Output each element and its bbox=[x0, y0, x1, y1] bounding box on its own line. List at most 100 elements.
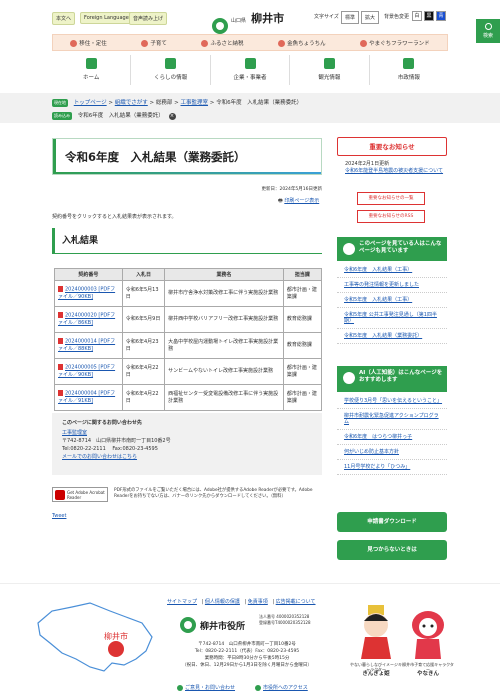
color-black-button[interactable]: 黒 bbox=[424, 11, 434, 21]
contact-button[interactable]: ご意見・お問い合わせ bbox=[177, 684, 235, 691]
contract-link[interactable]: 2024000005 [PDFファイル／90KB] bbox=[58, 365, 115, 378]
band-link-flowerland[interactable]: やまぐちフラワーランド bbox=[360, 39, 430, 47]
notice-link[interactable]: 令和6年能登半島地震の被災者支援について bbox=[345, 168, 445, 175]
results-table: 契約番号 入札日 業務名 担当課 2024000003 [PDFファイル／90K… bbox=[54, 268, 323, 411]
sitemap-link[interactable]: サイトマップ bbox=[167, 599, 197, 605]
crumb-top[interactable]: トップページ bbox=[74, 100, 107, 106]
contact-mail-link[interactable]: メールでのお問い合わせはこちら bbox=[62, 454, 137, 460]
viewed-link[interactable]: 令和5年度 入札結果（工事） bbox=[337, 293, 447, 308]
updated-date: 更新日：2024年5月16日更新 bbox=[261, 187, 322, 192]
footer-address: 〒742-8714 山口県柳井市南町一丁目10番2号 Tel：0820-22-2… bbox=[182, 642, 312, 668]
ai-link[interactable]: 学校便り3月号「思いを伝えるということ」 bbox=[337, 394, 447, 409]
city-emblem-icon bbox=[180, 617, 196, 633]
nav-government[interactable]: 市政情報 bbox=[368, 55, 448, 85]
print-link[interactable]: 🖶 印刷ページ表示 bbox=[278, 197, 319, 206]
intro-text: 契約番号をクリックすると入札結果表が表示されます。 bbox=[52, 214, 177, 220]
ai-link[interactable]: 11月号学校だより「ひつみ」 bbox=[337, 460, 447, 475]
dept-name: 教育総務課 bbox=[282, 306, 323, 333]
dept-name: 都市計画・建築課 bbox=[282, 280, 323, 307]
col-date: 入札日 bbox=[121, 268, 166, 281]
tweet-link[interactable]: Tweet bbox=[52, 513, 66, 519]
mascot1-caption: やない暮らしなびイメージキャラクター きんぎょ姫 bbox=[350, 662, 402, 677]
col-name: 業務名 bbox=[164, 268, 284, 281]
contact-dept-link[interactable]: 工事監理室 bbox=[62, 430, 87, 436]
current-location-badge: 現在地 bbox=[52, 99, 68, 107]
download-forms-button[interactable]: 申請書ダウンロード bbox=[337, 512, 447, 532]
notice-rss-button[interactable]: 重要なお知らせのRSS bbox=[357, 210, 425, 223]
privacy-link[interactable]: 個人情報の保護 bbox=[205, 599, 240, 605]
nav-tourism[interactable]: 観光情報 bbox=[289, 55, 368, 85]
contact-box: このページに関するお問い合わせ先 工事監理室 〒742-8714 山口県柳井市南… bbox=[52, 413, 322, 475]
color-blue-button[interactable]: 青 bbox=[436, 11, 446, 21]
contract-link[interactable]: 2024000004 [PDFファイル／91KB] bbox=[58, 391, 115, 404]
close-icon[interactable]: × bbox=[168, 113, 176, 120]
contract-link[interactable]: 2024000020 [PDFファイル／86KB] bbox=[58, 313, 115, 326]
notice-list-button[interactable]: 重要なお知らせの一覧 bbox=[357, 192, 425, 205]
font-size-standard-button[interactable]: 標準 bbox=[341, 11, 360, 24]
work-name: 柳井西中学校バリアフリー改修工事実施設計業務 bbox=[164, 306, 284, 333]
ai-link[interactable]: 柳井市耐震化緊急促進アクションプログラム bbox=[337, 409, 447, 430]
map-pin-icon bbox=[255, 684, 262, 691]
gift-icon bbox=[201, 39, 209, 47]
work-name: 大畠中学校屋内運動場トイレ改修工事実施設計業務 bbox=[164, 332, 284, 359]
band-link-furusato[interactable]: ふるさと納税 bbox=[201, 39, 243, 47]
dept-name: 都市計画・建築課 bbox=[282, 384, 323, 411]
office-name: 柳井市役所 bbox=[200, 621, 246, 632]
nav-business[interactable]: 企業・事業者 bbox=[209, 55, 289, 85]
ads-link[interactable]: 広告掲載について bbox=[276, 599, 316, 605]
nav-home[interactable]: ホーム bbox=[52, 55, 130, 85]
logo-city: 柳井市 bbox=[251, 12, 285, 25]
house-icon bbox=[70, 39, 78, 47]
foreign-language-link[interactable]: Foreign Language bbox=[80, 12, 133, 24]
disclaimer-link[interactable]: 免責事項 bbox=[248, 599, 268, 605]
page-title: 令和6年度 入札結果（業務委託） bbox=[65, 150, 246, 164]
footer-buttons: ご意見・お問い合わせ 市役所へのアクセス bbox=[177, 684, 308, 691]
ai-link[interactable]: 令和6年度 はつらつ柳井っ子 bbox=[337, 430, 447, 445]
logo-pref: 山口県 bbox=[231, 18, 247, 24]
ai-recommend-title: AI（人工知能）はこんなページをおすすめします bbox=[337, 366, 447, 392]
viewed-link[interactable]: 令和5年度 入札結果（業務委託） bbox=[337, 329, 447, 344]
dept-name: 教育総務課 bbox=[282, 332, 323, 359]
yanai-marker bbox=[108, 641, 124, 657]
nav-life[interactable]: くらしの情報 bbox=[130, 55, 209, 85]
home-icon bbox=[85, 58, 97, 69]
band-link-childcare[interactable]: 子育て bbox=[141, 39, 167, 47]
band-link-lantern[interactable]: 金魚ちょうちん bbox=[278, 39, 326, 47]
contract-link[interactable]: 2024000014 [PDFファイル／88KB] bbox=[58, 339, 115, 352]
pdf-icon bbox=[58, 312, 63, 319]
search-button[interactable]: 検索 bbox=[476, 19, 500, 43]
bid-date: 令和6年5月9日 bbox=[121, 306, 166, 333]
table-row: 2024000020 [PDFファイル／86KB] 令和6年5月9日 柳井西中学… bbox=[54, 306, 323, 333]
contract-link[interactable]: 2024000003 [PDFファイル／90KB] bbox=[58, 287, 115, 300]
voice-reader-link[interactable]: 音声読み上げ bbox=[129, 12, 168, 25]
font-size-large-button[interactable]: 拡大 bbox=[361, 11, 380, 24]
history-current: 令和6年度 入札結果（業務委託） bbox=[77, 113, 164, 119]
viewed-pages-title: このページを見ている人はこんなページも見ています bbox=[337, 237, 447, 261]
crumb-section[interactable]: 工事監理室 bbox=[181, 100, 209, 106]
important-notice-title: 重要なお知らせ bbox=[337, 137, 447, 156]
ai-link[interactable]: 何がいじめ防止基本方針 bbox=[337, 445, 447, 460]
access-button[interactable]: 市役所へのアクセス bbox=[255, 684, 308, 691]
family-icon bbox=[141, 39, 149, 47]
breadcrumb-history: 読み込み 令和6年度 入札結果（業務委託） × bbox=[52, 111, 176, 120]
band-link-migration[interactable]: 移住・定住 bbox=[70, 39, 107, 47]
skip-link[interactable]: 本文へ bbox=[52, 12, 76, 25]
viewed-link[interactable]: 工事等の発注情報を更新しました bbox=[337, 278, 447, 293]
viewed-pages-list: 令和6年度 入札結果（工事） 工事等の発注情報を更新しました 令和5年度 入札結… bbox=[337, 263, 447, 344]
adobe-note: PDF形式のファイルをご覧いただく場合には、Adobe社が提供するAdobe R… bbox=[114, 488, 313, 499]
dept-name: 都市計画・建築課 bbox=[282, 358, 323, 385]
not-found-button[interactable]: 見つからないときは bbox=[337, 540, 447, 560]
adobe-reader-banner[interactable]: Get Adobe Acrobat Reader bbox=[52, 487, 108, 502]
viewed-link[interactable]: 令和6年度 入札結果（工事） bbox=[337, 263, 447, 278]
contact-title: このページに関するお問い合わせ先 bbox=[62, 420, 142, 426]
col-dept: 担当課 bbox=[282, 268, 323, 281]
government-icon bbox=[403, 58, 415, 69]
pdf-icon bbox=[58, 364, 63, 371]
viewed-link[interactable]: 令和5年度 公共工事発注見通し（第1四半期） bbox=[337, 308, 447, 329]
crumb-dept: 総務部 bbox=[155, 100, 173, 106]
color-white-button[interactable]: 白 bbox=[412, 11, 422, 21]
feature-band: 移住・定住 子育て ふるさと納税 金魚ちょうちん やまぐちフラワーランド bbox=[52, 34, 448, 51]
bid-date: 令和6年4月22日 bbox=[121, 384, 166, 411]
crumb-org[interactable]: 組織でさがす bbox=[115, 100, 148, 106]
breadcrumb: 現在地 トップページ > 組織でさがす > 総務部 > 工事監理室 > 令和6年… bbox=[52, 99, 303, 107]
